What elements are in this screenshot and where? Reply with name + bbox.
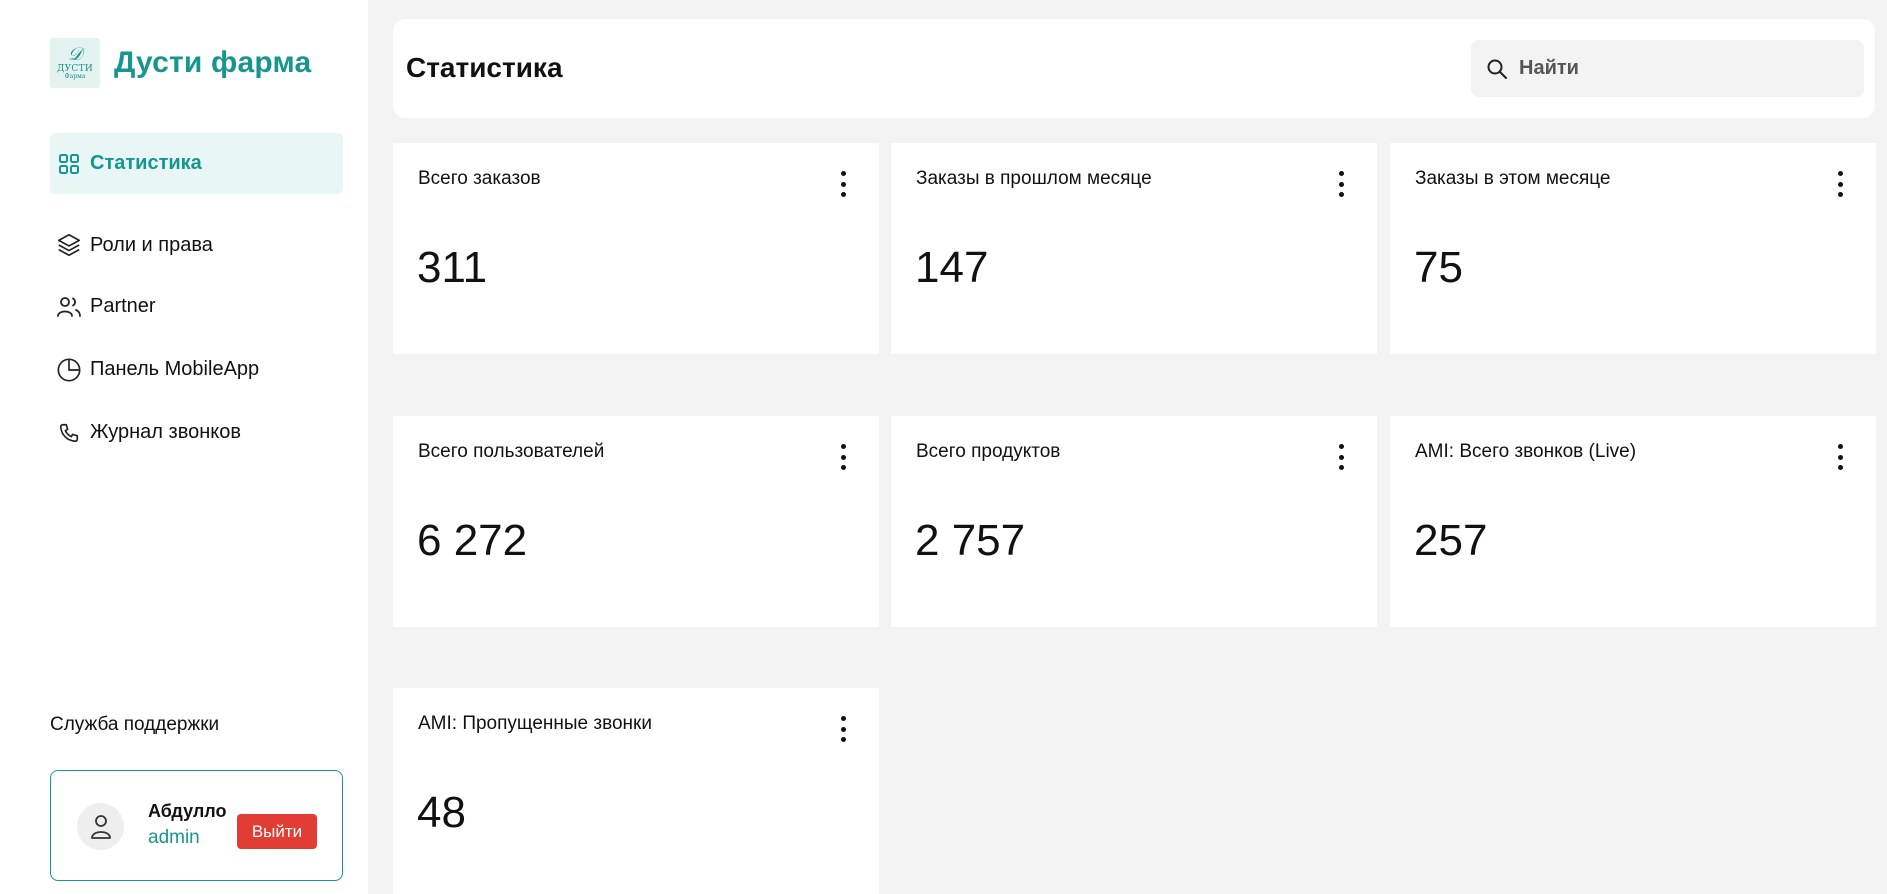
user-name: Абдулло <box>148 801 227 821</box>
sidebar-item-label: Роли и права <box>90 233 213 256</box>
brand[interactable]: 𝒟 ДУСТИ Фарма Дусти фарма <box>50 38 311 88</box>
sidebar-item-roles[interactable]: Роли и права <box>50 215 343 275</box>
search-input[interactable] <box>1519 57 1819 80</box>
logo-mark-icon: 𝒟 <box>67 44 83 65</box>
more-options-icon[interactable] <box>837 442 849 472</box>
card-value: 6 272 <box>417 516 528 565</box>
card-title: AMI: Всего звонков (Live) <box>1415 441 1637 462</box>
search-icon <box>1485 57 1509 81</box>
card-title: Всего продуктов <box>916 441 1061 462</box>
sidebar: 𝒟 ДУСТИ Фарма Дусти фарма Статистика Рол… <box>0 0 368 894</box>
more-options-icon[interactable] <box>1834 169 1846 199</box>
sidebar-item-call-log[interactable]: Журнал звонков <box>50 401 343 464</box>
logo-text-line2: Фарма <box>64 73 86 80</box>
more-options-icon[interactable] <box>1335 442 1347 472</box>
sidebar-item-label: Панель MobileApp <box>90 358 260 380</box>
stat-card-total-products: Всего продуктов 2 757 <box>891 416 1377 627</box>
dashboard-grid-icon <box>56 151 82 177</box>
user-card: Абдулло admin Выйти <box>50 770 343 881</box>
page-header: Статистика <box>393 19 1875 118</box>
user-icon <box>90 814 111 839</box>
card-value: 257 <box>1414 516 1488 565</box>
company-logo: 𝒟 ДУСТИ Фарма <box>50 38 100 88</box>
support-link[interactable]: Служба поддержки <box>50 714 219 736</box>
brand-name: Дусти фарма <box>114 46 312 79</box>
card-value: 311 <box>417 243 488 292</box>
sidebar-item-partner[interactable]: Partner <box>50 275 343 338</box>
sidebar-item-label: Статистика <box>90 152 202 174</box>
sidebar-item-mobileapp[interactable]: Панель MobileApp <box>50 338 343 401</box>
more-options-icon[interactable] <box>1335 169 1347 199</box>
phone-icon <box>56 420 82 446</box>
more-options-icon[interactable] <box>837 714 849 744</box>
stat-card-ami-missed-calls: AMI: Пропущенные звонки 48 <box>393 688 879 894</box>
logout-button[interactable]: Выйти <box>237 814 317 849</box>
sidebar-item-statistics[interactable]: Статистика <box>50 133 343 194</box>
card-title: Заказы в прошлом месяце <box>916 168 1152 189</box>
sidebar-nav: Статистика Роли и права Partner Панель M… <box>50 133 343 464</box>
users-icon <box>56 294 82 320</box>
card-title: AMI: Пропущенные звонки <box>418 713 652 734</box>
pie-chart-icon <box>56 357 82 383</box>
more-options-icon[interactable] <box>837 169 849 199</box>
card-value: 48 <box>417 788 466 837</box>
avatar <box>77 803 124 850</box>
stat-card-orders-last-month: Заказы в прошлом месяце 147 <box>891 143 1377 354</box>
search-box[interactable] <box>1471 40 1864 97</box>
page-title: Статистика <box>406 52 563 83</box>
sidebar-item-label: Журнал звонков <box>90 421 241 443</box>
user-role: admin <box>148 827 200 848</box>
card-value: 147 <box>915 243 989 292</box>
card-title: Всего пользователей <box>418 441 605 462</box>
more-options-icon[interactable] <box>1834 442 1846 472</box>
stat-card-total-orders: Всего заказов 311 <box>393 143 879 354</box>
card-title: Заказы в этом месяце <box>1415 168 1611 189</box>
card-value: 2 757 <box>915 516 1026 565</box>
stat-card-ami-total-calls: AMI: Всего звонков (Live) 257 <box>1390 416 1876 627</box>
layers-icon <box>56 232 82 258</box>
stat-card-total-users: Всего пользователей 6 272 <box>393 416 879 627</box>
sidebar-item-label: Partner <box>90 295 156 317</box>
card-title: Всего заказов <box>418 168 541 189</box>
stat-card-orders-this-month: Заказы в этом месяце 75 <box>1390 143 1876 354</box>
card-value: 75 <box>1414 243 1463 292</box>
